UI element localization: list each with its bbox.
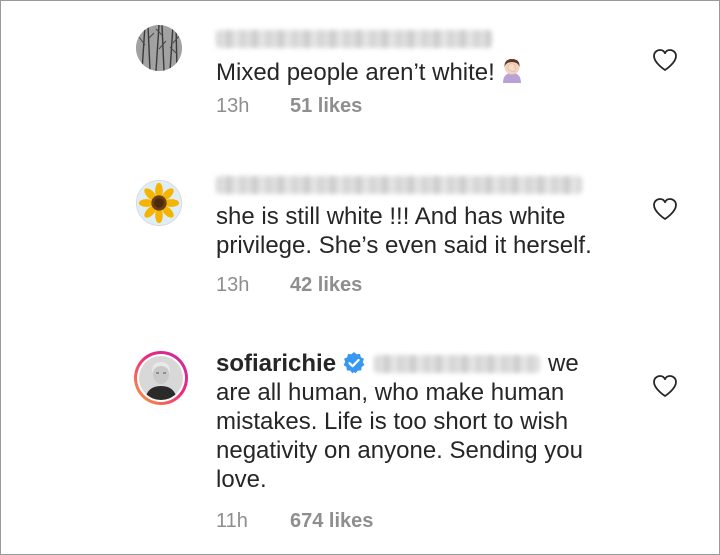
likes-count[interactable]: 674 likes — [290, 510, 373, 532]
comment-text: she is still white !!! And has white pri… — [216, 203, 592, 259]
heart-outline-icon[interactable] — [652, 374, 678, 398]
heart-outline-icon[interactable] — [652, 197, 678, 221]
likes-count[interactable]: 42 likes — [290, 274, 362, 296]
portrait-photo — [139, 356, 183, 400]
sunflower-photo — [137, 181, 181, 225]
blurred-username — [216, 30, 492, 48]
commenter-avatar[interactable] — [136, 180, 182, 226]
blurred-mention — [374, 355, 541, 373]
commenter-avatar-story-ring[interactable] — [134, 351, 188, 405]
commenter-avatar[interactable] — [136, 25, 182, 71]
comment-text: sofiarichie we are all human, who make h… — [216, 350, 583, 493]
timestamp: 13h — [216, 274, 250, 296]
comment-text: Mixed people aren’t white! — [216, 57, 616, 87]
comments-panel: Mixed people aren’t white! 13h 51 likes — [0, 0, 720, 555]
comment-meta: 11h 674 likes — [216, 510, 373, 533]
blurred-username — [216, 176, 582, 194]
bare-trees-photo — [136, 25, 182, 71]
verified-badge-icon — [343, 352, 365, 374]
comment-meta: 13h 51 likes — [216, 95, 362, 118]
woman-facepalming-emoji — [499, 57, 525, 85]
likes-count[interactable]: 51 likes — [290, 95, 362, 117]
timestamp: 13h — [216, 95, 250, 117]
heart-outline-icon[interactable] — [652, 48, 678, 72]
timestamp: 11h — [216, 510, 248, 532]
comment-meta: 13h 42 likes — [216, 274, 362, 297]
username-link[interactable]: sofiarichie — [216, 350, 336, 377]
